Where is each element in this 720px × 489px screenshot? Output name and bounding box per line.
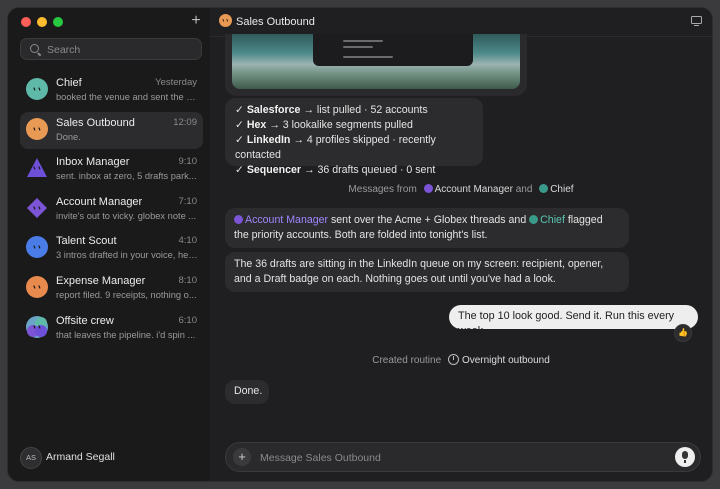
conversation-name: Expense Manager bbox=[56, 275, 146, 287]
conversation-preview: 3 intros drafted in your voice, hel... bbox=[56, 250, 198, 260]
separator-prefix: Messages from bbox=[348, 184, 417, 195]
tool-name: Salesforce bbox=[246, 104, 301, 116]
conversation-time: 6:10 bbox=[178, 315, 198, 326]
tool-summary-row: ✓ Sequencer → 36 drafts queued · 0 sent bbox=[235, 163, 473, 178]
conversation-name: Talent Scout bbox=[56, 235, 117, 247]
conversation-preview: sent. inbox at zero, 5 drafts park... bbox=[56, 171, 197, 181]
conversation-name: Offsite crew bbox=[56, 315, 114, 327]
conversation-time: 7:10 bbox=[178, 196, 198, 207]
search-box[interactable] bbox=[20, 38, 202, 60]
tool-detail: → 36 drafts queued · 0 sent bbox=[301, 164, 436, 176]
conversation-name: Chief bbox=[56, 77, 82, 89]
new-conversation-button[interactable]: + bbox=[188, 13, 204, 29]
tool-summary-row: ✓ Hex → 3 lookalike segments pulled bbox=[235, 118, 473, 133]
agent-avatar-icon bbox=[26, 118, 48, 140]
conversation-name: Account Manager bbox=[56, 196, 143, 208]
done-message-bubble: Done. bbox=[225, 380, 269, 404]
separator-agent-2[interactable]: Chief bbox=[550, 184, 573, 195]
app-window: + Chief Yesterday booked the venue and sen… bbox=[7, 7, 713, 482]
conversation-item[interactable]: Expense Manager 8:10 report filed. 9 recei… bbox=[20, 270, 203, 307]
tool-name: LinkedIn bbox=[246, 134, 291, 146]
routine-created-notice: Created routine Overnight outbound bbox=[210, 354, 712, 366]
conversation-preview: booked the venue and sent the c... bbox=[56, 92, 198, 102]
screenshot-panel bbox=[313, 34, 473, 66]
tool-summary-row: ✓ LinkedIn → 4 profiles skipped · recent… bbox=[235, 133, 473, 163]
page-title: Sales Outbound bbox=[236, 16, 315, 28]
sidebar: + Chief Yesterday booked the venue and sen… bbox=[8, 8, 211, 481]
zoom-window-button[interactable] bbox=[53, 17, 63, 27]
conversation-time: 9:10 bbox=[178, 156, 198, 167]
agent-avatar-icon bbox=[26, 236, 48, 258]
tool-detail: → 3 lookalike segments pulled bbox=[266, 119, 413, 131]
tool-name: Sequencer bbox=[246, 164, 302, 176]
agent-avatar-icon bbox=[26, 276, 48, 298]
conversation-name: Inbox Manager bbox=[56, 156, 130, 168]
agent-avatar-icon bbox=[26, 78, 48, 100]
conversation-name: Sales Outbound bbox=[56, 117, 135, 129]
conversation-item[interactable]: Account Manager 7:10 invite's out to vicky… bbox=[20, 191, 203, 228]
chief-avatar-icon bbox=[529, 215, 539, 224]
clock-icon bbox=[447, 354, 459, 365]
tool-summary-bubble: ✓ Salesforce → list pulled · 52 accounts… bbox=[225, 98, 483, 176]
conversation-time: 12:09 bbox=[173, 117, 197, 128]
agent-avatar-icon bbox=[26, 316, 48, 338]
screenshot-attachment[interactable] bbox=[225, 34, 527, 96]
tool-detail: → list pulled · 52 accounts bbox=[300, 104, 428, 116]
tool-summary-row: ✓ Salesforce → list pulled · 52 accounts bbox=[235, 103, 473, 118]
user-name: Armand Segall bbox=[46, 451, 115, 463]
check-icon: ✓ bbox=[235, 119, 244, 131]
agent-avatar-icon bbox=[27, 198, 47, 218]
routine-prefix: Created routine bbox=[372, 355, 442, 366]
conversation-time: 8:10 bbox=[178, 275, 198, 286]
separator-joiner: and bbox=[515, 184, 533, 195]
search-icon bbox=[30, 44, 39, 53]
message-text: sent over the Acme + Globex threads and bbox=[328, 214, 530, 226]
chat-header: Sales Outbound bbox=[210, 8, 712, 37]
user-message-bubble: The top 10 look good. Send it. Run this … bbox=[449, 305, 698, 337]
separator-agent-1[interactable]: Account Manager bbox=[435, 184, 513, 195]
conversation-preview: report filed. 9 receipts, nothing o... bbox=[56, 290, 197, 300]
account-manager-avatar-icon bbox=[423, 184, 433, 193]
conversation-preview: that leaves the pipeline. i'd spin ... bbox=[56, 330, 196, 340]
forward-message-bubble: Account Manager sent over the Acme + Glo… bbox=[225, 208, 629, 248]
account-manager-avatar-icon bbox=[234, 215, 243, 224]
minimize-window-button[interactable] bbox=[37, 17, 47, 27]
conversation-preview: Done. bbox=[56, 132, 81, 142]
conversation-item[interactable]: Talent Scout 4:10 3 intros drafted in your… bbox=[20, 230, 203, 267]
conversation-item[interactable]: Sales Outbound 12:09 Done. bbox=[20, 112, 203, 149]
display-icon[interactable] bbox=[691, 16, 702, 27]
routine-name[interactable]: Overnight outbound bbox=[462, 355, 550, 366]
chat-panel: Sales Outbound ✓ Salesforce → list pulle… bbox=[210, 8, 712, 481]
thumbs-up-reaction-icon[interactable]: 👍 bbox=[674, 324, 692, 342]
agent-mention-account-manager[interactable]: Account Manager bbox=[245, 214, 328, 226]
microphone-icon[interactable] bbox=[675, 447, 695, 467]
check-icon: ✓ bbox=[235, 104, 244, 116]
conversation-item[interactable]: Offsite crew 6:10 that leaves the pipeline… bbox=[20, 310, 203, 347]
tool-name: Hex bbox=[246, 119, 267, 131]
conversation-item[interactable]: Inbox Manager 9:10 sent. inbox at zero, 5 … bbox=[20, 151, 203, 188]
agent-avatar-icon bbox=[27, 158, 47, 177]
attach-button[interactable]: + bbox=[233, 448, 251, 466]
close-window-button[interactable] bbox=[21, 17, 31, 27]
agent-mention-chief[interactable]: Chief bbox=[540, 214, 565, 226]
message-input[interactable] bbox=[258, 449, 662, 467]
check-icon: ✓ bbox=[235, 164, 244, 176]
conversation-time: 4:10 bbox=[178, 235, 198, 246]
window-controls bbox=[21, 17, 63, 27]
check-icon: ✓ bbox=[235, 134, 244, 146]
chief-avatar-icon bbox=[539, 184, 549, 193]
drafts-message-bubble: The 36 drafts are sitting in the LinkedI… bbox=[225, 252, 629, 292]
conversation-time: Yesterday bbox=[155, 77, 197, 88]
messages-from-separator: Messages from Account Manager and Chief bbox=[210, 184, 712, 195]
conversation-item[interactable]: Chief Yesterday booked the venue and sent … bbox=[20, 72, 203, 109]
message-composer[interactable]: + bbox=[225, 442, 701, 472]
search-input[interactable] bbox=[45, 41, 199, 59]
agent-avatar-icon bbox=[219, 14, 232, 27]
conversation-preview: invite's out to vicky. globex note ... bbox=[56, 211, 197, 221]
avatar: AS bbox=[20, 447, 42, 469]
